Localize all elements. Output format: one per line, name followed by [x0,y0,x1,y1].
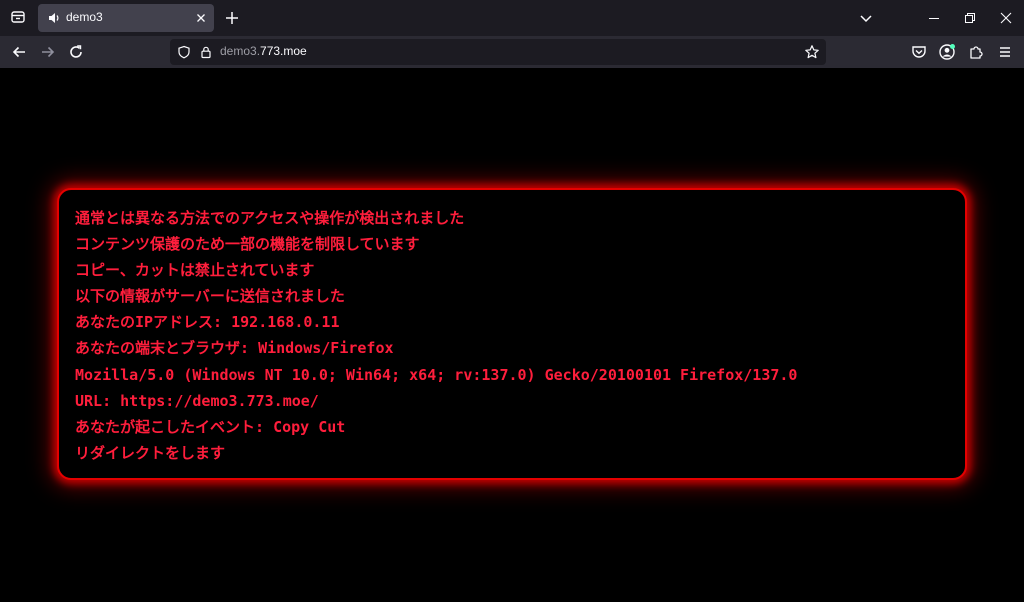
tab-title: demo3 [66,10,103,24]
navigation-toolbar: demo3.773.moe [0,36,1024,68]
warning-line-detected: 通常とは異なる方法でのアクセスや操作が検出されました [75,209,465,227]
browser-tab-active[interactable]: demo3 [38,4,214,32]
shield-icon[interactable] [177,45,191,59]
warning-line-ip-address: あなたのIPアドレス: 192.168.0.11 [75,313,340,332]
reload-icon[interactable] [67,43,85,61]
account-icon[interactable] [938,43,956,61]
back-arrow-icon[interactable] [10,43,28,61]
hamburger-menu-icon[interactable] [996,43,1014,61]
plus-icon[interactable] [223,9,241,27]
warning-line-copy-cut-banned: コピー、カットは禁止されています [75,261,315,280]
tab-list-icon [10,9,26,25]
warning-line-restricted: コンテンツ保護のため一部の機能を制限しています [75,235,420,254]
warning-line-device-browser: あなたの端末とブラウザ: Windows/Firefox [75,339,394,358]
url-host-domain: 773.moe [260,44,307,58]
restore-icon[interactable] [962,10,978,26]
url-host-prefix: demo3. [220,44,261,58]
warning-line-events: あなたが起こしたイベント: Copy Cut [75,417,346,436]
lock-icon[interactable] [199,45,213,59]
minimize-icon[interactable] [926,10,942,26]
puzzle-icon[interactable] [967,43,985,61]
close-icon[interactable] [194,11,208,25]
warning-panel: 通常とは異なる方法でのアクセスや操作が検出されました コンテンツ保護のため一部の… [57,188,967,480]
speaker-icon[interactable] [47,11,61,25]
pocket-icon[interactable] [910,43,928,61]
warning-lines: 通常とは異なる方法でのアクセスや操作が検出されました コンテンツ保護のため一部の… [75,205,797,466]
warning-line-info-sent: 以下の情報がサーバーに送信されました [75,287,345,306]
forward-arrow-icon[interactable] [39,43,57,61]
warning-line-user-agent: Mozilla/5.0 (Windows NT 10.0; Win64; x64… [75,365,798,384]
warning-line-url: URL: https://demo3.773.moe/ [75,391,319,410]
url-bar[interactable]: demo3.773.moe [170,39,826,65]
tab-list-button[interactable] [7,6,29,28]
chevron-down-icon[interactable] [858,10,874,26]
warning-line-redirect: リダイレクトをします [75,443,226,462]
star-icon[interactable] [804,44,820,60]
tab-bar: demo3 [0,0,1024,36]
close-icon[interactable] [998,10,1014,26]
url-text[interactable]: demo3.773.moe [220,44,307,58]
